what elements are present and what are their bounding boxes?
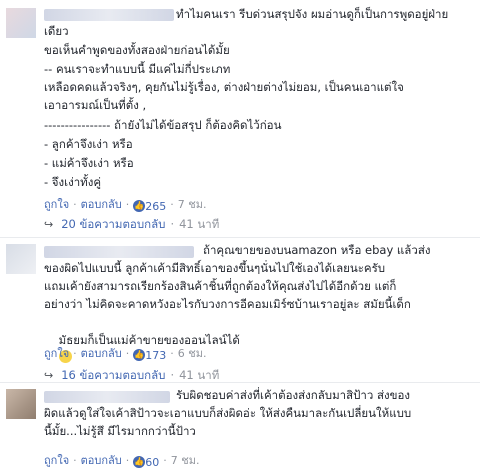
comment-text-line: ผิดแล้วดูใส่ใจเค้าสิป้าวจะเอาแบบก็ส่งผิด… xyxy=(44,406,412,420)
comment-text-line: - จึงเง่าทั้งคู่ xyxy=(44,175,102,189)
thumbs-up-icon: 👍 xyxy=(133,200,146,212)
avatar[interactable] xyxy=(6,389,36,419)
like-link[interactable]: ถูกใจ xyxy=(44,454,69,467)
like-link[interactable]: ถูกใจ xyxy=(44,198,69,211)
like-link[interactable]: ถูกใจ xyxy=(44,347,69,360)
avatar[interactable] xyxy=(6,8,36,38)
reply-arrow-icon: ↪ xyxy=(44,218,54,231)
comment-actions: ถูกใจ · ตอบกลับ · 👍 60 · 7 ชม. xyxy=(44,454,200,469)
comment-actions: ถูกใจ · ตอบกลับ · 👍 173 · 6 ชม. xyxy=(44,347,207,362)
reply-link[interactable]: ตอบกลับ xyxy=(81,454,122,467)
comment-time[interactable]: 7 ชม. xyxy=(178,198,207,211)
comment-text-line: อย่างว่า ไม่คิดจะคาดหวังอะไรกับวงการอีคอ… xyxy=(44,297,411,311)
reply-time: 41 นาที xyxy=(179,368,220,382)
commenter-name[interactable] xyxy=(44,391,170,403)
comment-text-line: เอาอารมณ์เป็นที่ตั้ง , xyxy=(44,98,147,112)
comment-text-line: เหลือดคดแล้วจริงๆ, คุยกันไม่รู้เรื่อง, ต… xyxy=(44,80,404,94)
comment-text-line: - ลูกค้าจึงเง่า หรือ xyxy=(44,137,133,151)
reply-link[interactable]: ตอบกลับ xyxy=(81,347,122,360)
thumbs-up-icon: 👍 xyxy=(133,456,146,468)
comment-time[interactable]: 7 ชม. xyxy=(171,454,200,467)
comment-actions: ถูกใจ · ตอบกลับ · 👍 265 · 7 ชม. xyxy=(44,198,207,213)
comment-text-line: ของผิดไปแบบนี้ ลูกค้าเค้ามีสิทธิ์เอาของข… xyxy=(44,261,386,275)
comment-text-line: เดียว xyxy=(44,24,69,38)
comment-text-line: -- คนเราจะทำแบบนี้ มีแค่ไม่กี่ประเภท xyxy=(44,62,231,76)
comment-3: รับผิดชอบค่าส่งที่เค้าต้องส่งกลับมาสิป้า… xyxy=(0,383,480,469)
reply-time: 41 นาที xyxy=(179,217,220,231)
commenter-name[interactable] xyxy=(44,246,194,258)
thumbs-up-icon: 👍 xyxy=(133,349,146,361)
view-replies-link[interactable]: ↪ 20 ข้อความตอบกลับ · 41 นาที xyxy=(44,216,219,234)
comment-1: ทำไมคนเรา รีบด่วนสรุปจัง ผมอ่านดูก็เป็นก… xyxy=(0,0,480,232)
comment-text-line: ---------------- ถ้ายังไม่ได้ข้อสรุป ก็ต… xyxy=(44,118,282,132)
comment-text-line: แถมเค้ายังสามารถเรียกร้องสินค้าชิ้นที่ถู… xyxy=(44,279,397,293)
reply-arrow-icon: ↪ xyxy=(44,369,54,382)
comment-text-line: - แม่ค้าจึงเง่า หรือ xyxy=(44,156,134,170)
comment-time[interactable]: 6 ชม. xyxy=(178,347,207,360)
like-count[interactable]: 👍 173 xyxy=(133,349,166,362)
comment-text-line: รับผิดชอบค่าส่งที่เค้าต้องส่งกลับมาสิป้า… xyxy=(176,388,411,402)
reply-link[interactable]: ตอบกลับ xyxy=(81,198,122,211)
comment-text-line: ขอเห็นคำพูดของทั้งสองฝ่ายก่อนได้มั้ย xyxy=(44,43,230,57)
like-count[interactable]: 👍 265 xyxy=(133,200,166,213)
commenter-name[interactable] xyxy=(44,9,174,21)
comment-2: ถ้าคุณขายของบนamazon หรือ ebay แล้วส่ง ข… xyxy=(0,238,480,382)
avatar[interactable] xyxy=(6,244,36,274)
like-count[interactable]: 👍 60 xyxy=(133,456,159,469)
comment-text-line: นี้มั้ย...ไม่รู้สึ มีไรมากกว่านี้ป้าว xyxy=(44,424,196,438)
comment-text-line: ถ้าคุณขายของบนamazon หรือ ebay แล้วส่ง xyxy=(203,243,431,257)
comment-text-line: ทำไมคนเรา รีบด่วนสรุปจัง ผมอ่านดูก็เป็นก… xyxy=(176,7,449,21)
